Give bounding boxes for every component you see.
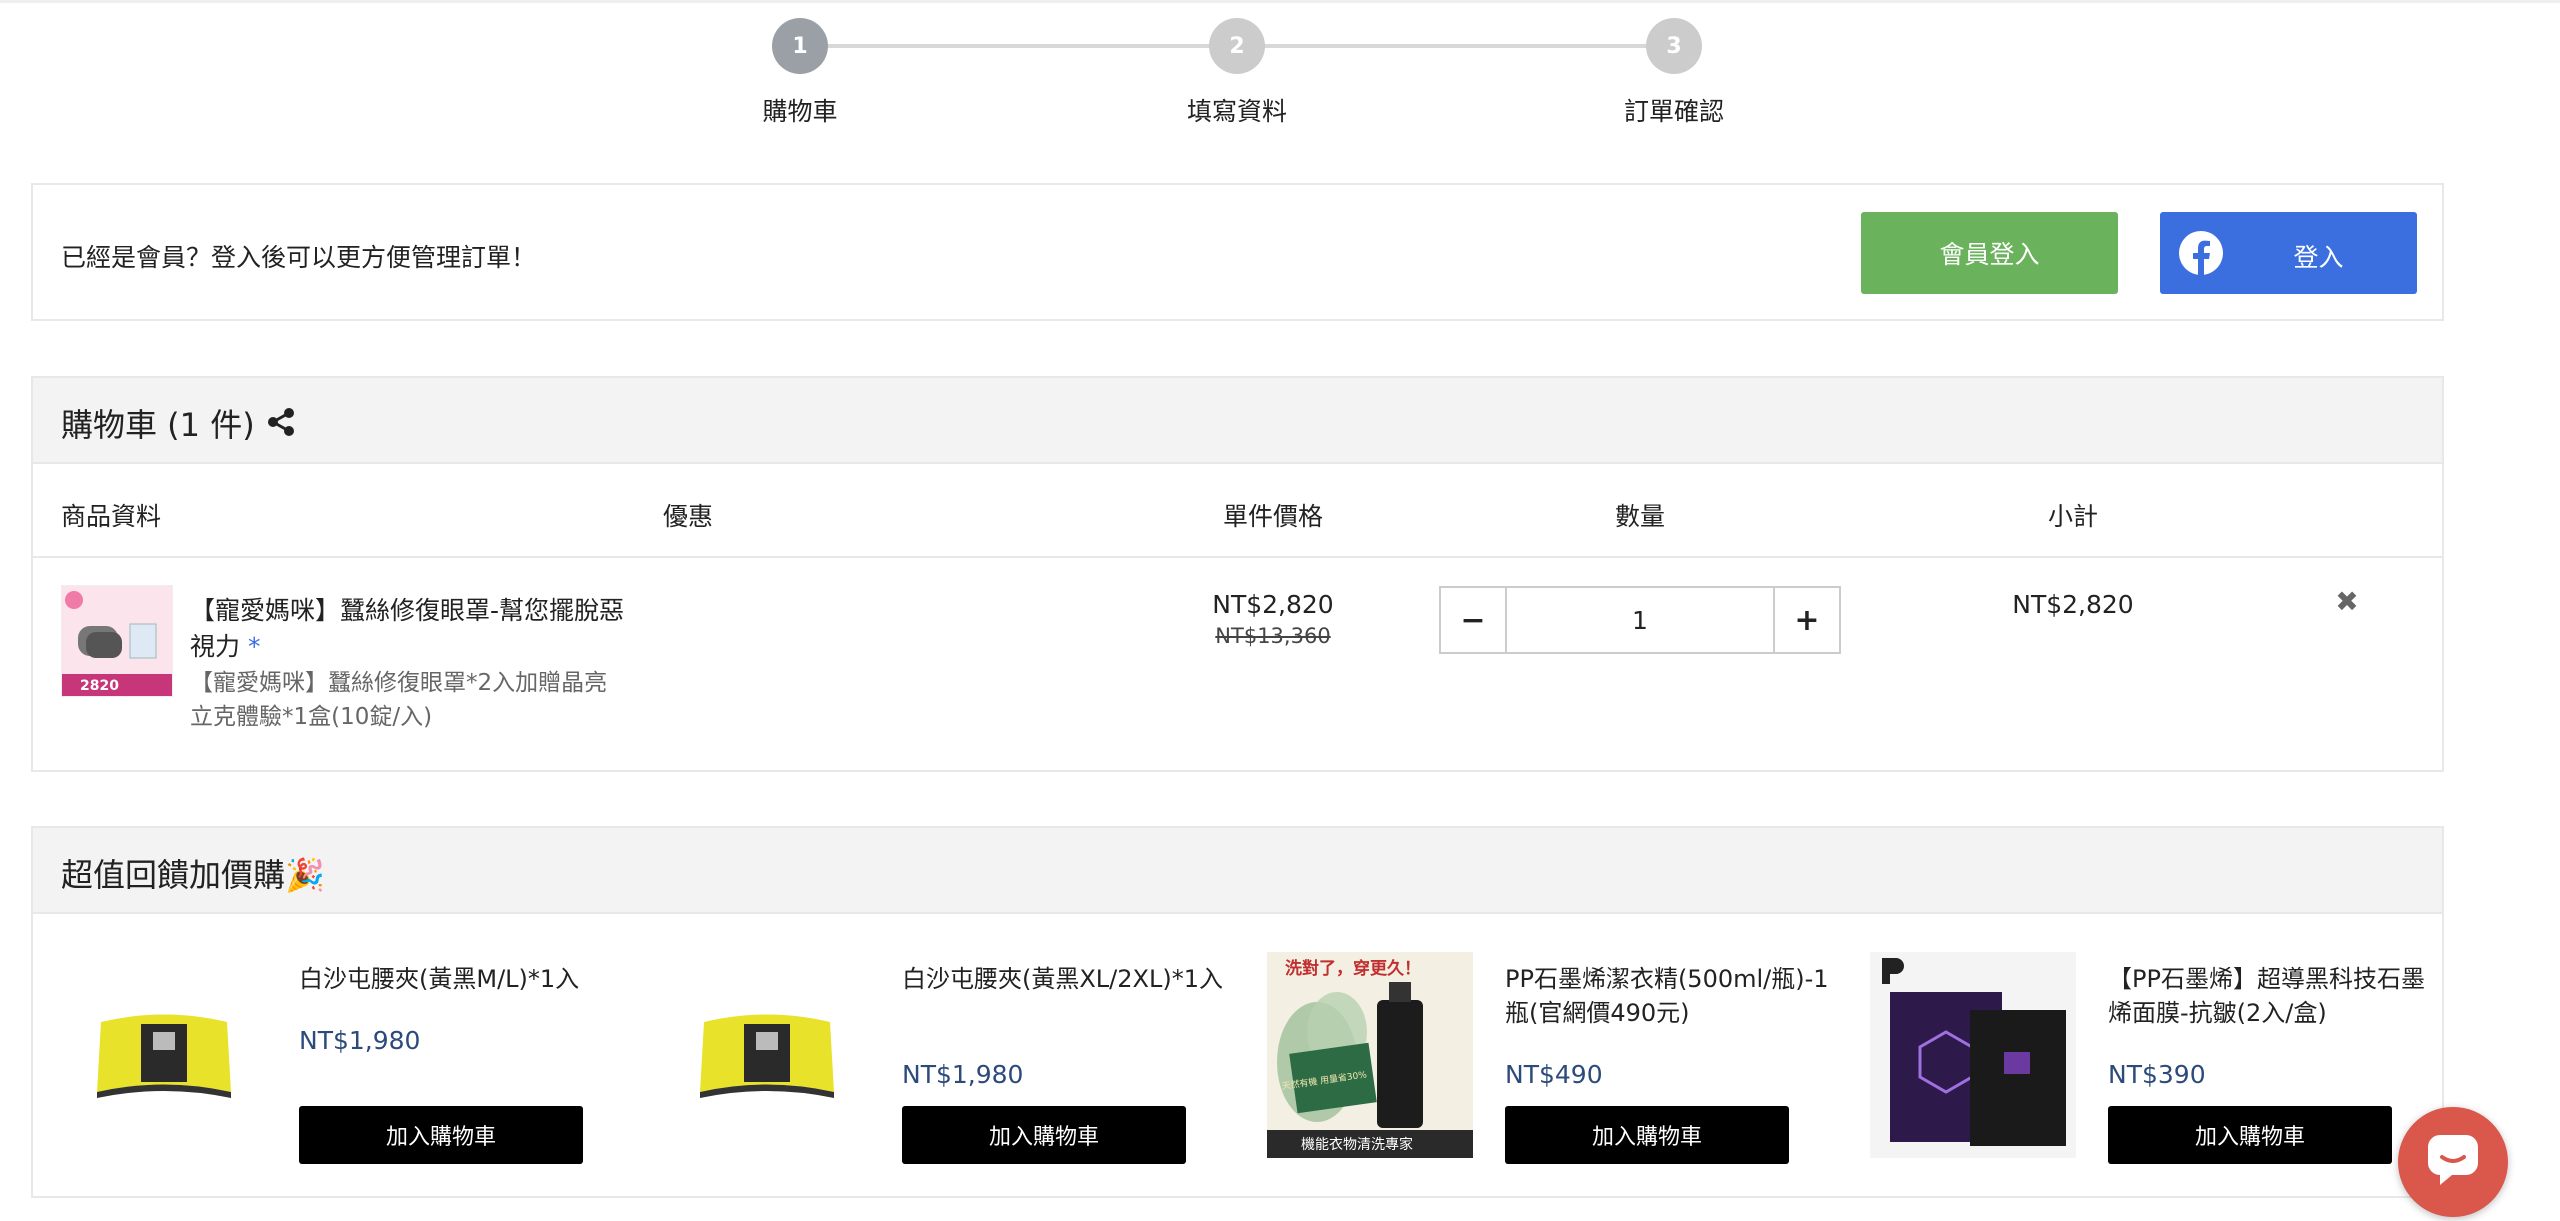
remove-item-icon[interactable]: ✖ bbox=[2329, 584, 2365, 620]
cart-title: 購物車 (1 件) bbox=[61, 406, 255, 444]
eye-mask-product-image: 2820 bbox=[62, 586, 172, 696]
waist-belt-image bbox=[97, 1014, 231, 1098]
addon-purchase-box: 超值回饋加價購🎉 白沙屯腰夾(黃黑M/L)*1入 NT$1,980 加入購物車 … bbox=[31, 826, 2444, 1198]
step-1-circle: 1 bbox=[772, 18, 828, 74]
addon-item: 【PP石墨烯】超導黑科技石墨烯面膜-抗皺(2入/盒) NT$390 加入購物車 bbox=[1870, 952, 2470, 1172]
step-3-label: 訂單確認 bbox=[1623, 97, 1724, 126]
face-mask-image bbox=[1870, 952, 2076, 1158]
cart-item-name[interactable]: 【寵愛媽咪】蠶絲修復眼罩-幫您擺脫惡視力 * bbox=[190, 593, 630, 665]
quantity-decrease-button[interactable]: − bbox=[1441, 588, 1507, 652]
addon-item-price: NT$390 bbox=[2108, 1060, 2206, 1089]
cart-item-original-price: NT$13,360 bbox=[1215, 624, 1331, 648]
quantity-increase-button[interactable]: + bbox=[1773, 588, 1839, 652]
facebook-login-button[interactable]: 登入 bbox=[2160, 212, 2417, 294]
addon-item-image[interactable]: 洗對了，穿更久！ 天然有機 用量省30% 機能衣物清洗專家 bbox=[1267, 952, 1473, 1158]
member-login-box: 已經是會員？登入後可以更方便管理訂單！ 會員登入 登入 bbox=[31, 183, 2444, 321]
cart-item-unit-price: NT$2,820 bbox=[1212, 590, 1334, 619]
add-to-cart-button[interactable]: 加入購物車 bbox=[902, 1106, 1186, 1164]
member-login-button[interactable]: 會員登入 bbox=[1861, 212, 2118, 294]
quantity-input[interactable] bbox=[1507, 588, 1773, 652]
cart-box: 購物車 (1 件) 商品資料 優惠 單件價格 數量 小計 2820 【寵愛媽咪】… bbox=[31, 376, 2444, 772]
quantity-stepper: − + bbox=[1439, 586, 1841, 654]
addon-item: 白沙屯腰夾(黃黑M/L)*1入 NT$1,980 加入購物車 bbox=[61, 952, 661, 1172]
step-connector bbox=[800, 44, 1237, 48]
checkout-stepper: 1 2 3 購物車 填寫資料 訂單確認 bbox=[0, 0, 2560, 150]
chat-button[interactable] bbox=[2398, 1107, 2508, 1217]
column-header-unit-price: 單件價格 bbox=[1222, 502, 1323, 531]
column-header-promotion: 優惠 bbox=[663, 502, 714, 531]
addon-item: 洗對了，穿更久！ 天然有機 用量省30% 機能衣物清洗專家 PP石墨烯潔衣精(5… bbox=[1267, 952, 1867, 1172]
addon-item-name[interactable]: 白沙屯腰夾(黃黑XL/2XL)*1入 bbox=[902, 962, 1232, 996]
facebook-login-label: 登入 bbox=[2293, 243, 2344, 272]
step-2-label: 填寫資料 bbox=[1186, 97, 1287, 126]
detergent-image: 洗對了，穿更久！ 天然有機 用量省30% 機能衣物清洗專家 bbox=[1267, 952, 1473, 1158]
required-mark: * bbox=[247, 632, 261, 661]
addon-item-name[interactable]: 白沙屯腰夾(黃黑M/L)*1入 bbox=[299, 962, 629, 996]
addon-item-image[interactable] bbox=[1870, 952, 2076, 1158]
addon-header: 超值回饋加價購🎉 bbox=[33, 828, 2442, 914]
detergent-caption-text: 機能衣物清洗專家 bbox=[1301, 1136, 1413, 1153]
add-to-cart-button[interactable]: 加入購物車 bbox=[2108, 1106, 2392, 1164]
addon-item-price: NT$1,980 bbox=[299, 1026, 421, 1055]
cart-divider bbox=[33, 556, 2442, 558]
column-header-product: 商品資料 bbox=[61, 502, 162, 531]
step-2-circle: 2 bbox=[1209, 18, 1265, 74]
member-login-message: 已經是會員？登入後可以更方便管理訂單！ bbox=[61, 243, 537, 272]
add-to-cart-button[interactable]: 加入購物車 bbox=[299, 1106, 583, 1164]
thumb-price-text: 2820 bbox=[80, 678, 119, 694]
cart-item-subtotal: NT$2,820 bbox=[2012, 590, 2134, 619]
share-icon[interactable] bbox=[265, 406, 297, 438]
addon-item: 白沙屯腰夾(黃黑XL/2XL)*1入 NT$1,980 加入購物車 bbox=[664, 952, 1264, 1172]
addon-item-name[interactable]: 【PP石墨烯】超導黑科技石墨烯面膜-抗皺(2入/盒) bbox=[2108, 962, 2438, 1030]
step-1-label: 購物車 bbox=[762, 97, 838, 126]
cart-item-variant: 【寵愛媽咪】蠶絲修復眼罩*2入加贈晶亮立克體驗*1盒(10錠/入) bbox=[190, 670, 608, 730]
addon-item-name[interactable]: PP石墨烯潔衣精(500ml/瓶)-1瓶(官網價490元) bbox=[1505, 962, 1835, 1030]
addon-item-price: NT$1,980 bbox=[902, 1060, 1024, 1089]
addon-title: 超值回饋加價購🎉 bbox=[61, 856, 325, 894]
addon-item-price: NT$490 bbox=[1505, 1060, 1603, 1089]
waist-belt-image bbox=[700, 1014, 834, 1098]
detergent-slogan-text: 洗對了，穿更久！ bbox=[1285, 958, 1421, 979]
add-to-cart-button[interactable]: 加入購物車 bbox=[1505, 1106, 1789, 1164]
column-header-quantity: 數量 bbox=[1614, 502, 1665, 531]
cart-header: 購物車 (1 件) bbox=[33, 378, 2442, 464]
cart-item-thumbnail[interactable]: 2820 bbox=[61, 585, 173, 697]
chat-bubble-icon bbox=[2428, 1135, 2478, 1185]
step-3-circle: 3 bbox=[1646, 18, 1702, 74]
column-header-subtotal: 小計 bbox=[2047, 502, 2098, 531]
step-connector bbox=[1237, 44, 1674, 48]
addon-item-image[interactable] bbox=[664, 952, 870, 1158]
addon-item-image[interactable] bbox=[61, 952, 267, 1158]
